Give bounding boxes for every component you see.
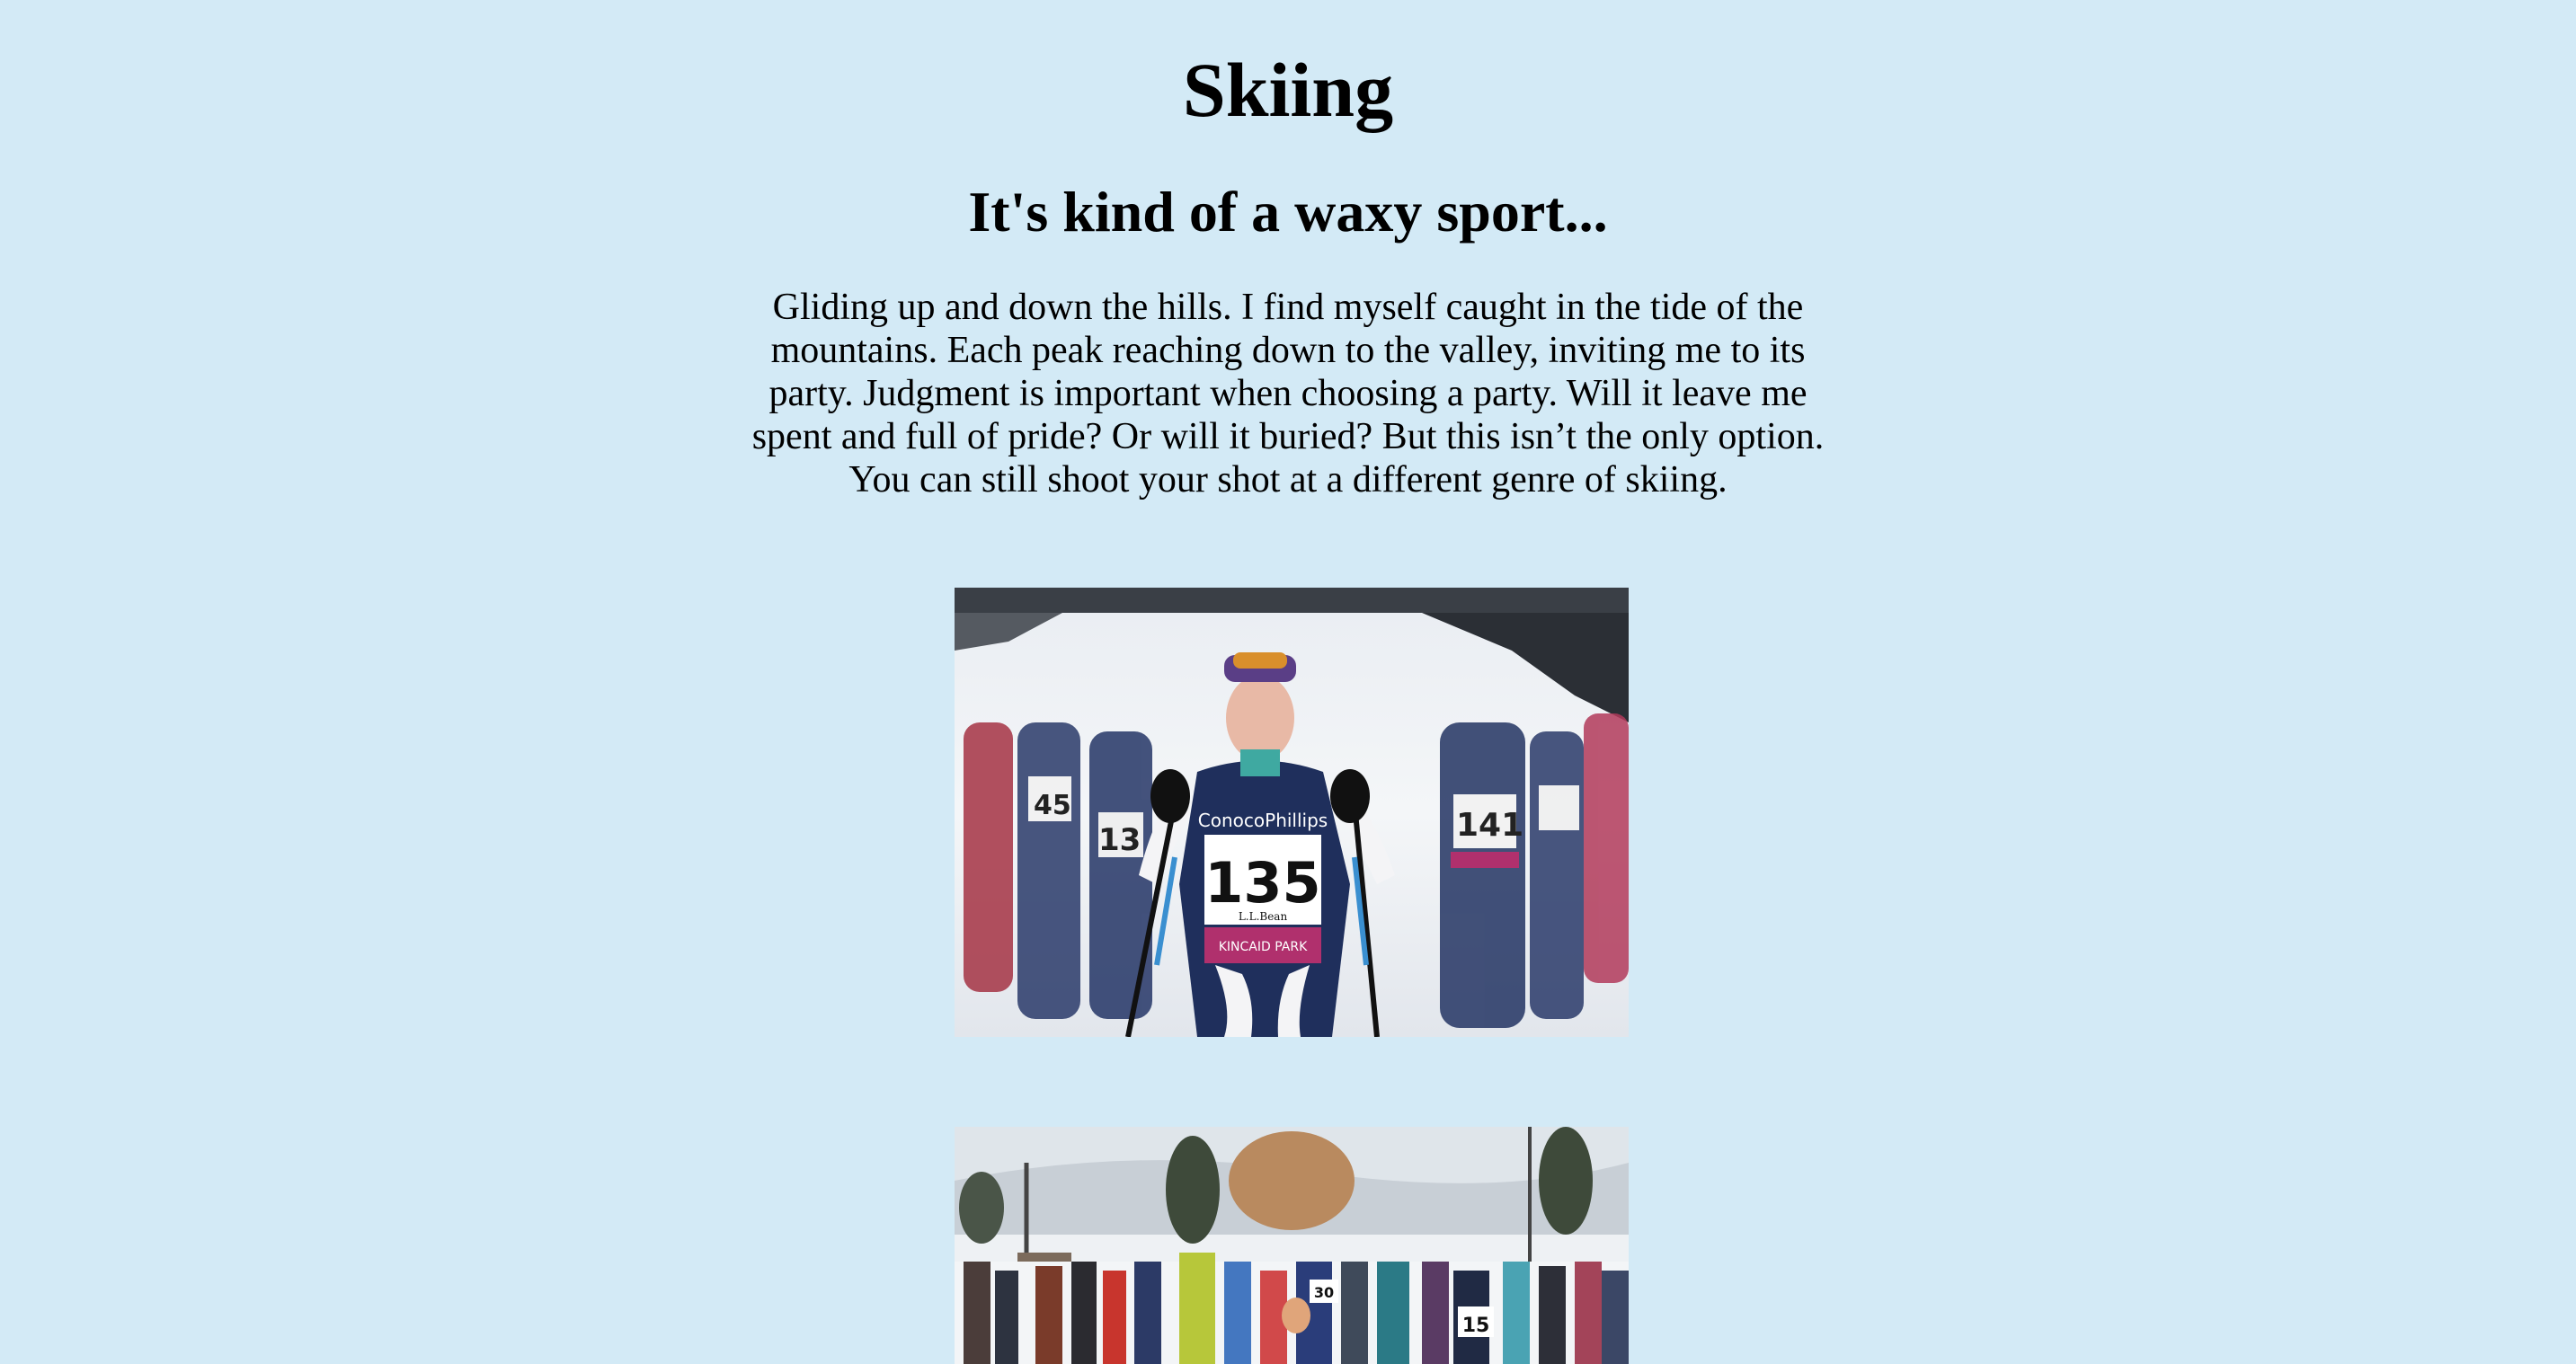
sponsor-logo-text: ConocoPhillips (1198, 810, 1328, 831)
venue-text: KINCAID PARK (1219, 940, 1308, 954)
bib-left: 13 (1098, 822, 1141, 858)
page-title: Skiing (1182, 47, 1394, 133)
page-subtitle: It's kind of a waxy sport... (968, 180, 1608, 244)
ski-race-photo: 45 13 141 135 ConocoPhillips L.L.Bean KI… (955, 588, 1629, 1037)
bib-main: 135 (1204, 850, 1320, 916)
intro-paragraph: Gliding up and down the hills. I find my… (751, 287, 1825, 500)
bib-b: 30 (1314, 1284, 1334, 1301)
ski-crowd-photo: 15 30 (955, 1127, 1629, 1364)
bib-sponsor-text: L.L.Bean (1239, 910, 1288, 923)
bib-a: 15 (1462, 1315, 1490, 1337)
bib-right: 141 (1456, 807, 1523, 844)
bib-far-left: 45 (1034, 790, 1071, 821)
